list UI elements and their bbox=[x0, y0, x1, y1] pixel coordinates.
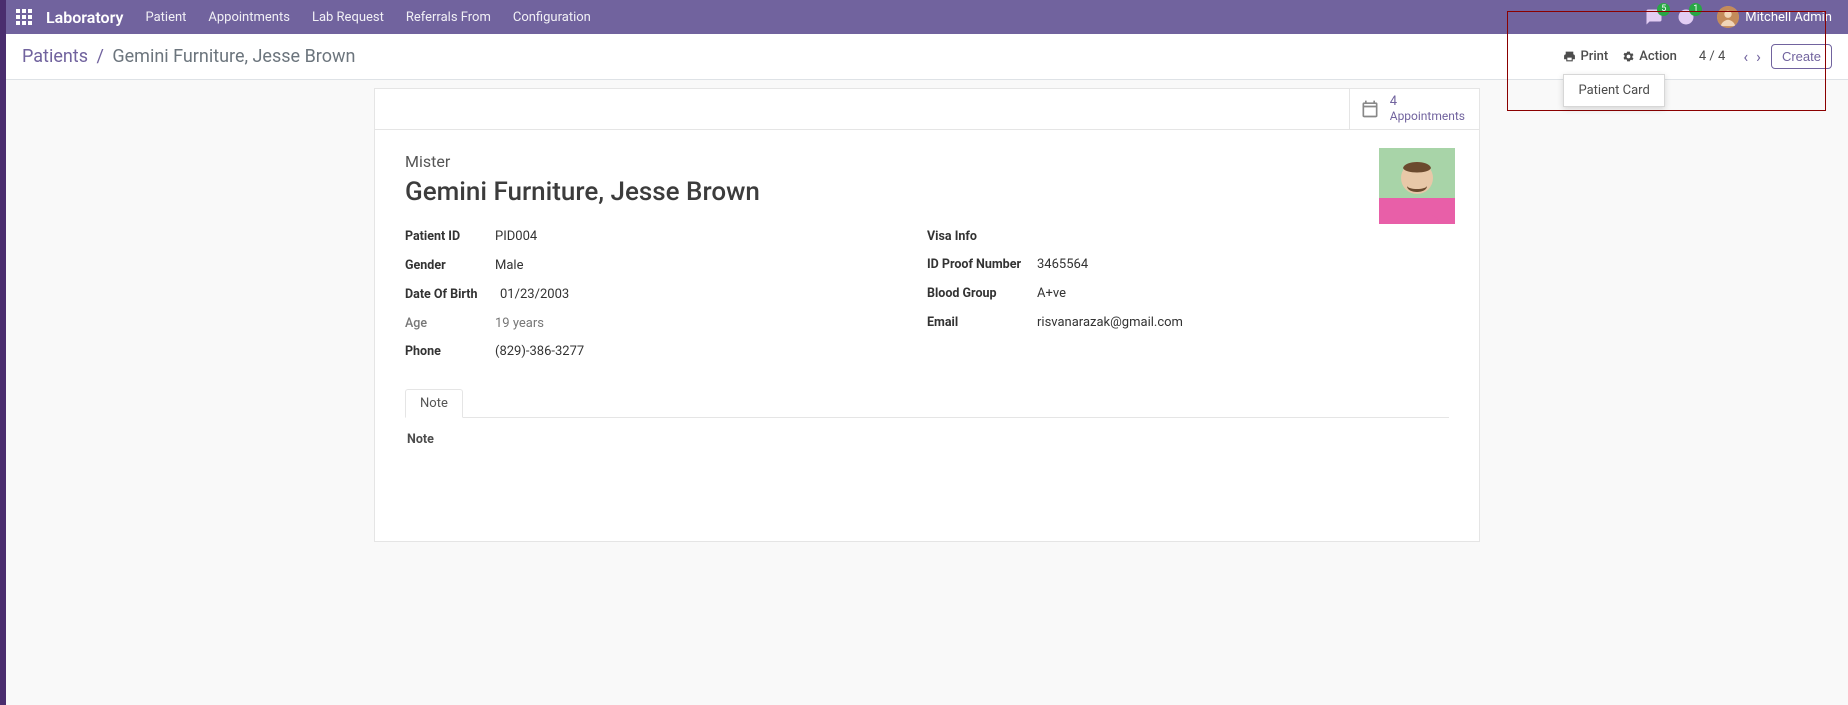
patient-name: Gemini Furniture, Jesse Brown bbox=[405, 177, 1449, 207]
print-icon bbox=[1563, 50, 1576, 63]
menu-appointments[interactable]: Appointments bbox=[208, 10, 290, 25]
activities-icon[interactable]: 1 bbox=[1675, 6, 1697, 28]
messages-badge: 5 bbox=[1657, 3, 1670, 16]
appointments-stat-button[interactable]: 4 Appointments bbox=[1349, 89, 1479, 129]
form-sheet: 4 Appointments Mister Gemini Furniture, … bbox=[374, 88, 1480, 542]
appointments-count: 4 bbox=[1390, 95, 1465, 109]
breadcrumb-sep: / bbox=[96, 46, 103, 67]
apps-icon[interactable] bbox=[16, 9, 32, 25]
label-visa: Visa Info bbox=[927, 227, 1037, 247]
create-button[interactable]: Create bbox=[1771, 44, 1832, 69]
label-phone: Phone bbox=[405, 342, 495, 363]
value-patient-id: PID004 bbox=[495, 227, 537, 248]
user-avatar[interactable] bbox=[1717, 6, 1739, 28]
pager[interactable]: 4 / 4 bbox=[1699, 49, 1725, 64]
label-email: Email bbox=[927, 313, 1037, 334]
pager-next-icon[interactable]: › bbox=[1752, 47, 1765, 66]
label-gender: Gender bbox=[405, 256, 495, 277]
value-dob: 01/23/2003 bbox=[500, 285, 569, 306]
label-age: Age bbox=[405, 314, 495, 335]
appointments-label: Appointments bbox=[1390, 109, 1465, 123]
tab-note-content: Note bbox=[405, 418, 1449, 511]
main-navbar: Laboratory Patient Appointments Lab Requ… bbox=[6, 0, 1848, 34]
label-blood: Blood Group bbox=[927, 284, 1037, 305]
menu-lab-request[interactable]: Lab Request bbox=[312, 10, 384, 25]
print-button[interactable]: Print bbox=[1563, 49, 1608, 64]
app-title[interactable]: Laboratory bbox=[46, 8, 123, 27]
value-gender: Male bbox=[495, 256, 523, 277]
activities-badge: 1 bbox=[1689, 3, 1702, 16]
note-area bbox=[407, 447, 1447, 497]
menu-referrals-from[interactable]: Referrals From bbox=[406, 10, 491, 25]
os-left-rail bbox=[0, 0, 6, 705]
tab-note[interactable]: Note bbox=[405, 389, 463, 418]
label-idproof: ID Proof Number bbox=[927, 255, 1037, 276]
action-button[interactable]: Action bbox=[1622, 49, 1677, 64]
menu-configuration[interactable]: Configuration bbox=[513, 10, 591, 25]
print-dropdown: Patient Card bbox=[1563, 74, 1664, 107]
value-phone: (829)-386-3277 bbox=[495, 342, 584, 363]
messages-icon[interactable]: 5 bbox=[1643, 6, 1665, 28]
stat-buttons: 4 Appointments bbox=[375, 89, 1479, 130]
pager-prev-icon[interactable]: ‹ bbox=[1739, 47, 1752, 66]
form-body: Mister Gemini Furniture, Jesse Brown Pat… bbox=[375, 130, 1479, 541]
tabs: Note bbox=[405, 389, 1449, 418]
value-blood: A+ve bbox=[1037, 284, 1066, 305]
print-label: Print bbox=[1580, 49, 1608, 64]
gear-icon bbox=[1622, 50, 1635, 63]
label-patient-id: Patient ID bbox=[405, 227, 495, 248]
calendar-icon bbox=[1360, 99, 1380, 119]
print-menu-patient-card[interactable]: Patient Card bbox=[1564, 75, 1663, 106]
content-area: 4 Appointments Mister Gemini Furniture, … bbox=[6, 80, 1848, 542]
patient-prefix: Mister bbox=[405, 152, 1449, 171]
breadcrumb: Patients / Gemini Furniture, Jesse Brown bbox=[22, 46, 355, 67]
label-dob: Date Of Birth bbox=[405, 285, 500, 306]
patient-photo[interactable] bbox=[1379, 148, 1455, 224]
value-age: 19 years bbox=[495, 314, 544, 335]
breadcrumb-root[interactable]: Patients bbox=[22, 46, 88, 67]
username[interactable]: Mitchell Admin bbox=[1745, 10, 1832, 25]
value-email: risvanarazak@gmail.com bbox=[1037, 313, 1183, 334]
label-note: Note bbox=[407, 432, 1447, 447]
breadcrumb-current: Gemini Furniture, Jesse Brown bbox=[112, 46, 355, 67]
value-idproof: 3465564 bbox=[1037, 255, 1088, 276]
menu-patient[interactable]: Patient bbox=[145, 10, 186, 25]
action-label: Action bbox=[1639, 49, 1677, 64]
